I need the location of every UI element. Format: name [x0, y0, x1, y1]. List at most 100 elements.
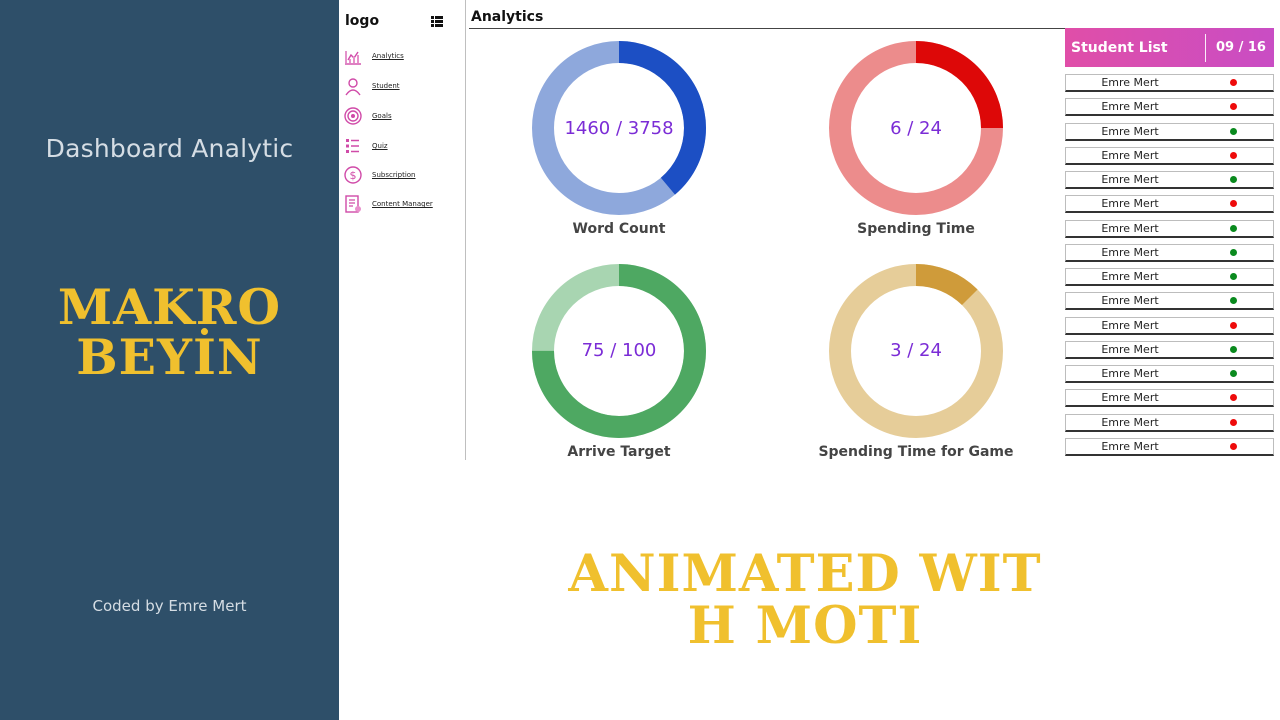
spending-time-card: 6 / 24 — [826, 38, 1006, 218]
brand-title: MAKRO BEYİN — [0, 282, 339, 382]
status-dot — [1230, 248, 1237, 256]
donut-value: 3 / 24 — [890, 340, 942, 361]
student-row[interactable]: Emre Mert — [1065, 340, 1274, 359]
brand-line-2: BEYİN — [76, 328, 263, 386]
student-row[interactable]: Emre Mert — [1065, 389, 1274, 408]
sidebar-item-subscription[interactable]: $ Subscription — [343, 165, 416, 185]
donut-label: Word Count — [572, 221, 666, 237]
student-row[interactable]: Emre Mert — [1065, 268, 1274, 286]
sidebar-item-label: Subscription — [372, 171, 416, 179]
status-dot — [1230, 442, 1237, 450]
user-icon — [343, 76, 363, 96]
status-dot — [1230, 297, 1237, 305]
student-name: Emre Mert — [1101, 173, 1159, 186]
status-dot — [1230, 176, 1237, 183]
chart-icon — [343, 46, 363, 66]
student-row[interactable]: Emre Mert — [1065, 146, 1274, 165]
donut-value: 75 / 100 — [581, 340, 657, 361]
game-time-card: 3 / 24 — [826, 261, 1006, 441]
status-dot — [1230, 370, 1237, 377]
status-dot — [1230, 345, 1237, 353]
student-name: Emre Mert — [1101, 318, 1159, 332]
animated-title-line-1: ANIMATED WIT — [568, 544, 1042, 604]
sidebar-item-label: Analytics — [372, 52, 404, 60]
student-name: Emre Mert — [1101, 367, 1159, 380]
sidebar-item-label: Content Manager — [372, 200, 433, 208]
student-row[interactable]: Emre Mert — [1065, 98, 1274, 117]
status-dot — [1230, 273, 1237, 280]
status-dot — [1230, 321, 1237, 329]
video-frame: Dashboard Analytic MAKRO BEYİN Coded by … — [0, 0, 1280, 720]
sidebar-item-student[interactable]: Student — [343, 76, 400, 96]
student-row[interactable]: Emre Mert — [1065, 171, 1274, 189]
student-row[interactable]: Emre Mert — [1065, 74, 1274, 92]
student-list: Student List 09 / 16 Emre Mert Emre Mert E… — [1065, 28, 1275, 460]
status-dot — [1230, 127, 1237, 135]
donut-label: Spending Time for Game — [818, 444, 1014, 460]
dollar-icon: $ — [343, 165, 363, 185]
student-list-header: Student List 09 / 16 — [1065, 28, 1274, 67]
credit-text: Coded by Emre Mert — [92, 597, 247, 615]
left-panel: Dashboard Analytic MAKRO BEYİN Coded by … — [0, 0, 339, 720]
title-divider — [469, 28, 1069, 29]
student-name: Emre Mert — [1101, 148, 1159, 162]
document-icon — [343, 194, 363, 214]
status-dot — [1230, 394, 1237, 402]
animated-title: ANIMATED WIT H MOTI — [560, 548, 1050, 652]
student-row[interactable]: Emre Mert — [1065, 365, 1274, 383]
sidebar-item-content-manager[interactable]: Content Manager — [343, 194, 433, 214]
student-name: Emre Mert — [1101, 342, 1159, 356]
donut-value: 1460 / 3758 — [564, 118, 674, 139]
student-row[interactable]: Emre Mert — [1065, 122, 1274, 141]
sidebar: logo Analytics Student Goals Quiz $ Subs… — [339, 0, 466, 460]
student-row[interactable]: Emre Mert — [1065, 316, 1274, 335]
student-list-title: Student List — [1071, 39, 1168, 56]
sidebar-item-goals[interactable]: Goals — [343, 106, 392, 126]
student-row[interactable]: Emre Mert — [1065, 195, 1274, 214]
student-name: Emre Mert — [1101, 439, 1159, 453]
student-row[interactable]: Emre Mert — [1065, 243, 1274, 262]
svg-text:$: $ — [350, 169, 357, 182]
dashboard: logo Analytics Student Goals Quiz $ Subs… — [339, 0, 1280, 460]
status-dot — [1230, 103, 1237, 111]
sidebar-item-analytics[interactable]: Analytics — [343, 46, 404, 66]
pagination-indicator[interactable]: 09 / 16 — [1216, 40, 1266, 55]
sidebar-item-label: Student — [372, 82, 400, 90]
logo[interactable]: logo — [345, 13, 379, 29]
student-row[interactable]: Emre Mert — [1065, 413, 1274, 432]
list-icon[interactable] — [431, 16, 443, 27]
subtitle: Dashboard Analytic — [45, 134, 294, 163]
target-icon — [343, 106, 363, 126]
checklist-icon — [343, 136, 363, 156]
status-dot — [1230, 200, 1237, 208]
donut-label: Arrive Target — [567, 444, 671, 460]
student-name: Emre Mert — [1101, 270, 1159, 283]
student-name: Emre Mert — [1101, 245, 1159, 259]
donut-value: 6 / 24 — [890, 118, 942, 139]
brand-line-1: MAKRO — [57, 278, 282, 336]
status-dot — [1230, 79, 1237, 86]
student-name: Emre Mert — [1101, 124, 1159, 138]
student-row[interactable]: Emre Mert — [1065, 437, 1274, 456]
status-dot — [1230, 418, 1237, 426]
sidebar-item-label: Quiz — [372, 142, 388, 150]
student-name: Emre Mert — [1101, 100, 1159, 114]
student-name: Emre Mert — [1101, 294, 1159, 308]
animated-title-line-2: H MOTI — [687, 596, 923, 656]
status-dot — [1230, 224, 1237, 232]
arrive-target-card: 75 / 100 — [529, 261, 709, 441]
student-row[interactable]: Emre Mert — [1065, 219, 1274, 238]
page-title: Analytics — [471, 9, 544, 25]
word-count-card: 1460 / 3758 — [529, 38, 709, 218]
header-divider — [1205, 33, 1206, 62]
student-name: Emre Mert — [1101, 391, 1159, 405]
donut-label: Spending Time — [857, 221, 975, 237]
student-name: Emre Mert — [1101, 76, 1159, 89]
student-name: Emre Mert — [1101, 415, 1159, 429]
sidebar-item-label: Goals — [372, 112, 392, 120]
student-row[interactable]: Emre Mert — [1065, 292, 1274, 311]
student-name: Emre Mert — [1101, 221, 1159, 235]
student-name: Emre Mert — [1101, 197, 1159, 211]
status-dot — [1230, 151, 1237, 159]
sidebar-item-quiz[interactable]: Quiz — [343, 136, 388, 156]
